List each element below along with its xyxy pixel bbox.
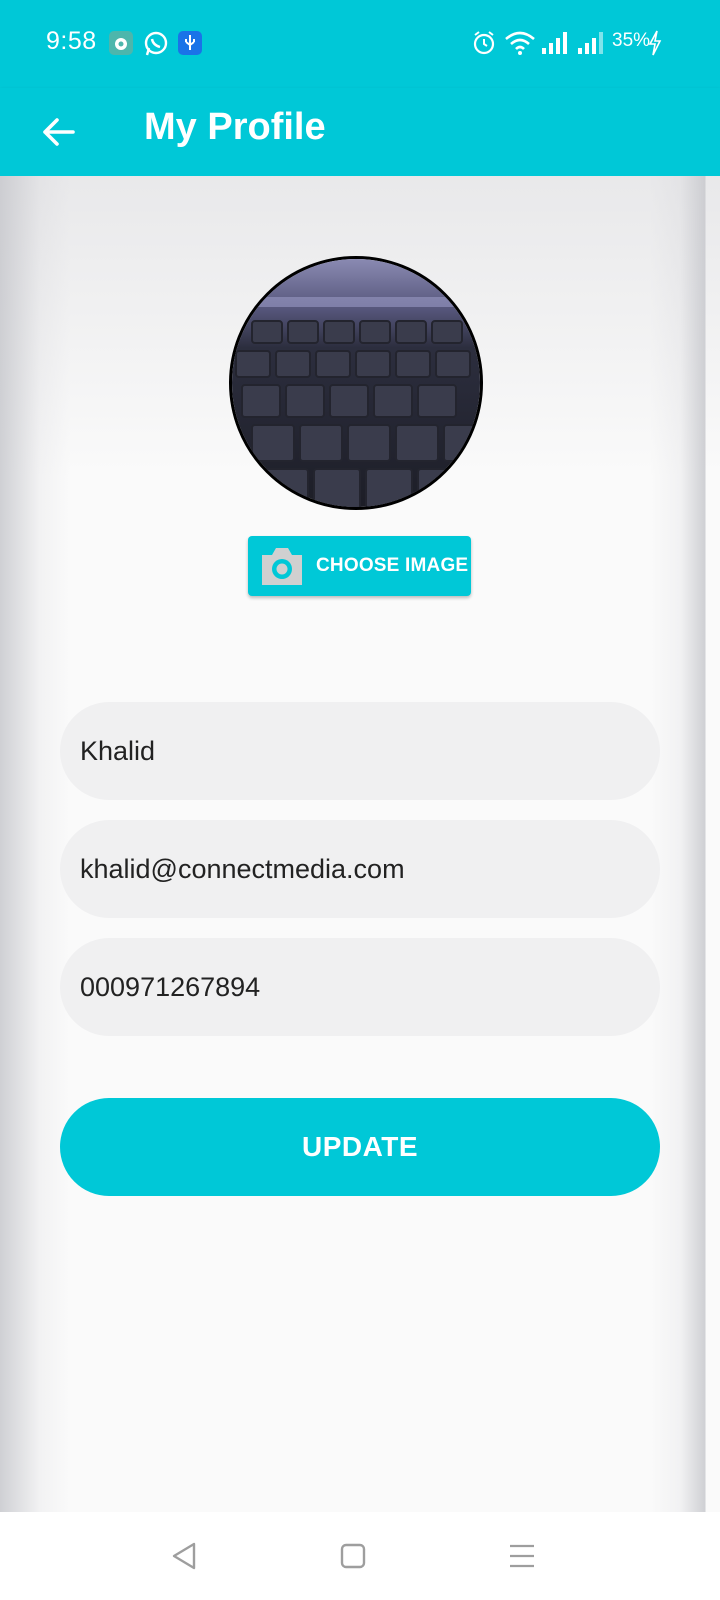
camera-icon — [258, 544, 306, 588]
phone-input[interactable] — [80, 971, 660, 1003]
app-bar: My Profile — [0, 88, 720, 176]
alarm-icon — [472, 30, 496, 61]
email-input[interactable] — [80, 853, 660, 885]
name-input[interactable] — [80, 735, 660, 767]
profile-content: CHOOSE IMAGE UPDATE — [0, 176, 720, 1512]
battery-charging-icon — [648, 30, 662, 61]
battery-percent: 35% — [612, 30, 651, 51]
phone-field[interactable] — [60, 938, 660, 1036]
android-app-icon — [108, 30, 134, 61]
usb-icon — [177, 30, 203, 61]
back-triangle-icon — [172, 1542, 196, 1570]
whatsapp-icon — [142, 30, 170, 63]
update-button[interactable]: UPDATE — [60, 1098, 660, 1196]
wifi-icon — [504, 30, 536, 61]
choose-image-button[interactable]: CHOOSE IMAGE — [248, 536, 471, 596]
back-button[interactable] — [26, 100, 90, 164]
menu-lines-icon — [510, 1544, 534, 1568]
home-square-icon — [340, 1543, 366, 1569]
name-field[interactable] — [60, 702, 660, 800]
email-field[interactable] — [60, 820, 660, 918]
arrow-left-icon — [43, 118, 75, 146]
status-time: 9:58 — [46, 27, 97, 55]
status-bar: 9:58 35% — [0, 0, 720, 88]
system-nav-bar — [0, 1512, 720, 1600]
nav-menu-button[interactable] — [500, 1534, 544, 1578]
page-title: My Profile — [144, 106, 326, 148]
nav-back-button[interactable] — [162, 1534, 206, 1578]
nav-home-button[interactable] — [331, 1534, 375, 1578]
signal-icon — [577, 30, 605, 61]
choose-image-label: CHOOSE IMAGE — [316, 555, 469, 576]
avatar — [229, 256, 483, 510]
signal-icon — [541, 30, 569, 61]
